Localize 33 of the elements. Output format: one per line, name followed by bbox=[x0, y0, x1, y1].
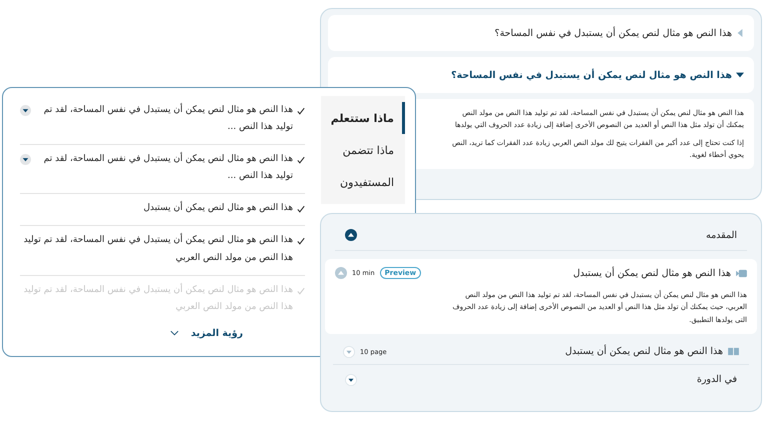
section-header[interactable]: المقدمه bbox=[335, 220, 747, 251]
see-more-link[interactable]: رؤية المزيد bbox=[168, 326, 245, 341]
book-icon bbox=[728, 347, 739, 356]
tab[interactable]: ماذا ستتعلم bbox=[322, 102, 405, 134]
section-header[interactable]: في الدورة bbox=[335, 364, 747, 395]
check-icon bbox=[297, 156, 305, 164]
point-text: هذا النص هو مثال لنص يمكن أن يستبدل في نفس المساحة، لقد تم توليد هذا النص ... bbox=[42, 151, 293, 184]
question-text: هذا النص هو مثال لنص يمكن أن يستبدل في نفس المساحة؟ bbox=[494, 28, 732, 38]
check-icon bbox=[297, 286, 305, 295]
check-icon bbox=[297, 107, 305, 115]
question-text: هذا النص هو مثال لنص يمكن أن يستبدل في نفس المساحة؟ bbox=[451, 70, 732, 80]
point-text: هذا النص هو مثال لنص يمكن أن يستبدل في نفس المساحة، لقد تم توليد هذا النص من مولد النص العربي bbox=[22, 282, 293, 314]
expand-icon[interactable] bbox=[345, 374, 357, 386]
lesson-title: هذا النص هو مثال لنص يمكن أن يستبدل bbox=[573, 268, 731, 278]
point-text: هذا النص هو مثال لنص يمكن أن يستبدل في نفس المساحة، لقد تم توليد هذا النص ... bbox=[42, 102, 293, 134]
collapse-icon[interactable] bbox=[345, 229, 357, 241]
tab[interactable]: ماذا تتضمن bbox=[334, 134, 405, 166]
section-title: في الدورة bbox=[696, 374, 737, 386]
check-icon bbox=[297, 237, 305, 246]
lesson-title: هذا النص هو مثال لنص يمكن أن يستبدل bbox=[565, 346, 723, 358]
caret-down-icon bbox=[736, 70, 744, 80]
question-row[interactable]: هذا النص هو مثال لنص يمكن أن يستبدل في نفس المساحة؟ bbox=[328, 15, 754, 51]
point-text: هذا النص هو مثال لنص يمكن أن يستبدل bbox=[142, 200, 293, 216]
video-icon bbox=[736, 268, 747, 278]
expand-icon[interactable] bbox=[20, 154, 31, 166]
expand-icon[interactable] bbox=[20, 105, 31, 116]
chevron-down-icon bbox=[170, 330, 179, 336]
question-row[interactable]: هذا النص هو مثال لنص يمكن أن يستبدل في نفس المساحة؟ bbox=[328, 57, 754, 93]
caret-left-icon bbox=[736, 28, 744, 38]
point-text: هذا النص هو مثال لنص يمكن أن يستبدل في نفس المساحة، لقد تم توليد هذا النص من مولد النص العربي bbox=[22, 232, 293, 265]
check-icon bbox=[297, 205, 305, 214]
tab[interactable]: المستفيدون bbox=[332, 166, 405, 198]
section-title: المقدمه bbox=[706, 230, 737, 240]
